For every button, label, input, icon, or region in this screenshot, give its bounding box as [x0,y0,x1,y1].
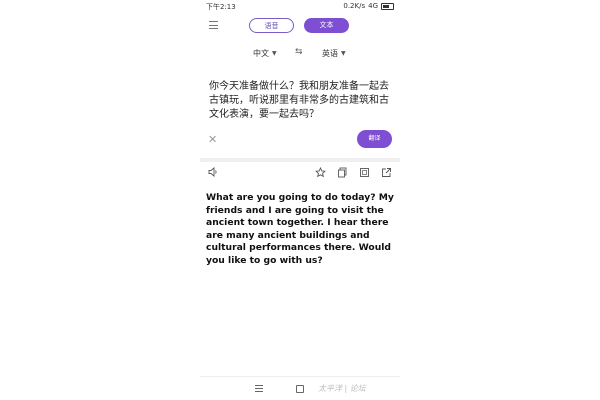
source-language-dropdown[interactable]: 中文 ▼ [253,48,277,59]
nav-home-icon[interactable] [296,385,304,393]
status-time: 下午2:13 [206,3,236,11]
phone-screen: 下午2:13 0.2K/s 4G 语音 文本 中文 ▼ ⇆ 英语 ▼ 你今天准备… [200,0,400,400]
chevron-down-icon: ▼ [272,50,277,57]
translate-button[interactable]: 翻译 [357,130,392,148]
status-bar: 下午2:13 0.2K/s 4G [200,0,400,12]
translation-result: What are you going to do today? My frien… [206,192,394,266]
target-language-dropdown[interactable]: 英语 ▼ [322,48,346,59]
signal-label: 4G [368,2,378,10]
share-icon[interactable] [381,167,392,178]
copy-icon[interactable] [337,167,348,178]
section-divider [200,158,400,162]
source-text-input[interactable]: 你今天准备做什么？我和朋友准备一起去古镇玩，听说那里有非常多的古建筑和古文化表演… [209,80,395,122]
speaker-icon[interactable] [208,167,219,177]
target-language-label: 英语 [322,49,338,58]
voice-mode-button[interactable]: 语音 [249,18,294,33]
watermark: 太平洋 | 论坛 [318,384,366,393]
fullscreen-icon[interactable] [359,167,370,178]
navigation-bar: 太平洋 | 论坛 [200,376,400,400]
result-actions [200,167,400,179]
battery-icon [381,2,394,10]
star-icon[interactable] [315,167,326,178]
menu-icon[interactable] [209,21,218,32]
source-language-label: 中文 [253,49,269,58]
swap-arrows-icon[interactable]: ⇆ [295,47,303,57]
nav-menu-icon[interactable] [255,385,263,394]
clear-icon[interactable]: ✕ [208,133,217,146]
status-indicators: 0.2K/s 4G [343,2,394,10]
text-mode-button[interactable]: 文本 [304,18,349,33]
chevron-down-icon: ▼ [341,50,346,57]
network-speed: 0.2K/s [343,2,366,10]
language-selector: 中文 ▼ ⇆ 英语 ▼ [200,47,400,60]
